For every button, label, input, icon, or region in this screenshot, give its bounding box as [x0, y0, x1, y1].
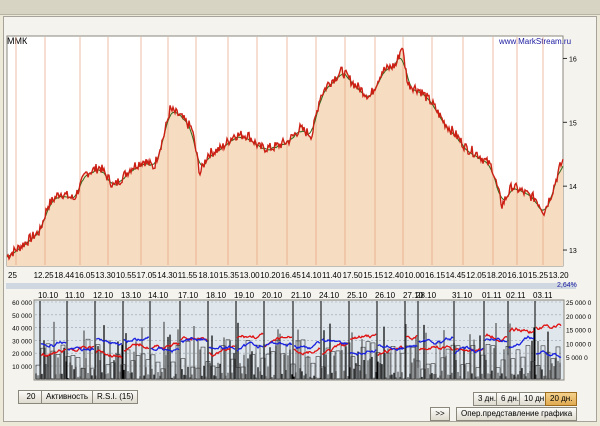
price-y-tick-label: 13 [569, 248, 577, 255]
ticker-label: ММК [7, 36, 28, 46]
price-x-tick-label: 12.05 [466, 271, 487, 280]
range-20d-button[interactable]: 20 дн. [545, 392, 578, 406]
price-x-tick-label: 17.50 [343, 271, 364, 280]
price-x-tick-label: 13.30 [95, 271, 116, 280]
price-x-tick-label: 15.25 [528, 271, 549, 280]
volume-left-tick-label: 40 000 [12, 326, 32, 333]
volume-date-label: 21.10 [291, 291, 312, 300]
volume-date-label: 11.10 [65, 291, 85, 300]
volume-date-label: 10.10 [38, 291, 59, 300]
price-x-tick-label: 18.44 [54, 271, 75, 280]
price-x-tick-label: 18.10 [198, 271, 219, 280]
price-x-tick-label: 11.40 [322, 271, 342, 280]
volume-date-label: 18.10 [206, 291, 227, 300]
volume-left-tick-label: 10 000 [12, 364, 32, 371]
price-y-tick-label: 16 [569, 56, 577, 63]
price-x-tick-label: 12.25 [34, 271, 55, 280]
volume-date-label: 28.10 [416, 291, 437, 300]
price-x-tick-label: 16.05 [75, 271, 96, 280]
price-x-tick-label: 16.45 [281, 271, 302, 280]
volume-date-label: 25.10 [347, 291, 368, 300]
price-x-tick-label: 14.45 [446, 271, 467, 280]
price-x-tick-label: 15.15 [363, 271, 384, 280]
window-top-strip [0, 0, 600, 15]
volume-date-label: 20.10 [262, 291, 283, 300]
chart-view-button[interactable]: Опер.представление графика [456, 407, 578, 421]
price-x-tick-label: 11.55 [178, 271, 198, 280]
volume-date-label: 26.10 [375, 291, 396, 300]
volume-date-label: 24.10 [319, 291, 340, 300]
price-x-tick-label: 25 [8, 271, 17, 280]
price-x-tick-label: 12.40 [384, 271, 405, 280]
volume-right-tick-label: 5 000 0 [566, 355, 588, 362]
volume-date-label: 19.10 [234, 291, 255, 300]
volume-left-tick-label: 60 000 [12, 300, 32, 307]
price-x-tick-label: 17.05 [137, 271, 158, 280]
volume-date-label: 02.11 [506, 291, 526, 300]
volume-right-tick-label: 20 000 0 [566, 314, 592, 321]
volume-chart: 60 000 50 000 40 000 30 000 20 000 10 000 25 0… [12, 291, 592, 381]
volume-right-tick-label: 10 000 0 [566, 341, 592, 348]
volume-date-label: 13.10 [121, 291, 142, 300]
price-y-tick-label: 15 [569, 120, 577, 127]
price-x-tick-label: 14.10 [301, 271, 322, 280]
volume-date-label: 17.10 [178, 291, 199, 300]
volume-date-label: 01.11 [482, 291, 502, 300]
price-x-tick-label: 13.20 [549, 271, 570, 280]
price-x-tick-label: 16.15 [425, 271, 446, 280]
price-chart: ММК www.MarkStream.ru 16 15 14 13 25 12.25 18.44… [6, 35, 577, 280]
volume-date-label: 31.10 [452, 291, 473, 300]
price-x-tick-label: 15.35 [219, 271, 240, 280]
change-percent: 2,64% [557, 282, 577, 289]
volume-left-tick-label: 20 000 [12, 351, 32, 358]
next-button[interactable]: >> [430, 407, 450, 421]
price-x-tick-label: 10.00 [404, 271, 425, 280]
price-x-tick-label: 13.00 [240, 271, 261, 280]
volume-date-label: 12.10 [93, 291, 114, 300]
price-x-tick-label: 16.10 [507, 271, 528, 280]
price-y-tick-label: 14 [569, 184, 577, 191]
site-watermark: www.MarkStream.ru [498, 37, 571, 46]
volume-left-tick-label: 30 000 [12, 338, 32, 345]
volume-right-tick-label: 25 000 0 [566, 300, 592, 307]
volume-left-tick-label: 50 000 [12, 313, 32, 320]
volume-date-label: 03.11 [533, 291, 553, 300]
price-x-tick-label: 10.20 [260, 271, 281, 280]
activity-button[interactable]: Активность [41, 390, 94, 404]
price-x-tick-label: 18.20 [487, 271, 508, 280]
price-x-tick-label: 10.55 [116, 271, 137, 280]
volume-right-tick-label: 15 000 0 [566, 328, 592, 335]
price-x-tick-label: 14.30 [157, 271, 178, 280]
rsi-button[interactable]: R.S.I. (15) [92, 390, 139, 404]
volume-date-label: 14.10 [148, 291, 169, 300]
